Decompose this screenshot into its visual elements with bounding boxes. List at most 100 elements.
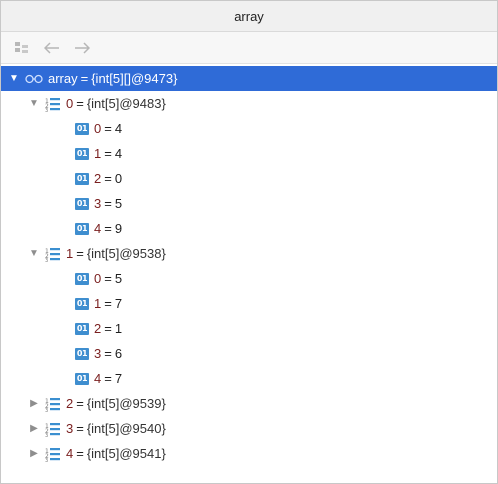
svg-text:3: 3 [45,108,48,112]
back-arrow-icon[interactable] [41,37,63,59]
tree-row-element[interactable]: 01 0 = 4 [1,116,497,141]
variable-value: {int[5]@9540} [86,421,166,436]
tree-row-root[interactable]: ▼ array = {int[5][]@9473} [1,66,497,91]
collapse-arrow-icon[interactable]: ▶ [27,447,41,461]
variables-tree: ▼ array = {int[5][]@9473} ▼ 1 2 3 0 = {int[5]@… [1,64,497,466]
variable-name: 3 [66,421,74,436]
tree-row-element[interactable]: 01 2 = 0 [1,166,497,191]
element-index: 2 [94,321,102,336]
element-index: 3 [94,196,102,211]
primitive-badge: 01 [75,197,89,210]
expand-arrow-icon[interactable]: ▼ [7,72,21,86]
equals-sign: = [104,221,112,236]
window-titlebar: array [1,1,497,32]
variable-value: {int[5]@9483} [86,96,166,111]
equals-sign: = [76,396,84,411]
primitive-badge: 01 [75,147,89,160]
primitive-badge: 01 [75,222,89,235]
equals-sign: = [104,271,112,286]
variable-value: {int[5][]@9473} [91,71,178,86]
variable-name: 4 [66,446,74,461]
copy-tree-icon[interactable] [11,37,33,59]
svg-text:3: 3 [45,433,48,437]
equals-sign: = [80,71,89,86]
tree-row-element[interactable]: 01 3 = 5 [1,191,497,216]
forward-arrow-icon[interactable] [71,37,93,59]
element-index: 1 [94,146,102,161]
element-value: 9 [114,221,123,236]
primitive-badge: 01 [75,322,89,335]
variable-value: {int[5]@9539} [86,396,166,411]
primitive-int-icon: 01 [75,347,89,360]
element-value: 0 [114,171,123,186]
collapse-arrow-icon[interactable]: ▶ [27,422,41,436]
primitive-badge: 01 [75,272,89,285]
element-index: 0 [94,271,102,286]
array-list-icon: 123 [45,396,61,412]
equals-sign: = [104,321,112,336]
primitive-int-icon: 01 [75,372,89,385]
primitive-int-icon: 01 [75,172,89,185]
tree-row-array[interactable]: ▼ 1 2 3 1 = {int[5]@9538} [1,241,497,266]
element-index: 4 [94,371,102,386]
equals-sign: = [76,246,84,261]
element-value: 5 [114,196,123,211]
primitive-int-icon: 01 [75,272,89,285]
equals-sign: = [104,146,112,161]
equals-sign: = [104,171,112,186]
primitive-int-icon: 01 [75,297,89,310]
primitive-int-icon: 01 [75,122,89,135]
primitive-badge: 01 [75,297,89,310]
equals-sign: = [104,296,112,311]
primitive-int-icon: 01 [75,322,89,335]
primitive-badge: 01 [75,347,89,360]
tree-row-array[interactable]: ▼ 1 2 3 0 = {int[5]@9483} [1,91,497,116]
element-value: 4 [114,146,123,161]
tree-row-array[interactable]: ▶ 1 2 3 2 = {int[5]@9539} [1,391,497,416]
element-value: 5 [114,271,123,286]
tree-row-array[interactable]: ▶ 1 2 3 3 = {int[5]@9540} [1,416,497,441]
variable-name: 0 [66,96,74,111]
primitive-int-icon: 01 [75,147,89,160]
equals-sign: = [104,196,112,211]
variable-value: {int[5]@9541} [86,446,166,461]
variables-window: array ▼ array = {int[5][]@9473} ▼ 1 2 3 … [0,0,498,484]
expand-arrow-icon[interactable]: ▼ [27,247,41,261]
element-value: 4 [114,121,123,136]
primitive-badge: 01 [75,172,89,185]
primitive-badge: 01 [75,372,89,385]
primitive-int-icon: 01 [75,197,89,210]
window-title: array [234,8,264,24]
primitive-int-icon: 01 [75,222,89,235]
equals-sign: = [76,96,84,111]
tree-row-element[interactable]: 01 4 = 7 [1,366,497,391]
element-value: 7 [114,296,123,311]
svg-text:3: 3 [45,258,48,262]
tree-row-element[interactable]: 01 2 = 1 [1,316,497,341]
tree-row-element[interactable]: 01 4 = 9 [1,216,497,241]
tree-row-element[interactable]: 01 1 = 7 [1,291,497,316]
tree-row-element[interactable]: 01 0 = 5 [1,266,497,291]
array-list-icon: 123 [45,446,61,462]
element-index: 1 [94,296,102,311]
equals-sign: = [76,421,84,436]
element-index: 2 [94,171,102,186]
variable-name: array [48,71,78,86]
svg-text:3: 3 [45,458,48,462]
watch-glasses-icon [25,74,43,84]
tree-row-element[interactable]: 01 1 = 4 [1,141,497,166]
equals-sign: = [104,121,112,136]
expand-arrow-icon[interactable]: ▼ [27,97,41,111]
tree-row-array[interactable]: ▶ 1 2 3 4 = {int[5]@9541} [1,441,497,466]
collapse-arrow-icon[interactable]: ▶ [27,397,41,411]
equals-sign: = [76,446,84,461]
element-value: 1 [114,321,123,336]
element-value: 7 [114,371,123,386]
element-index: 3 [94,346,102,361]
variable-name: 1 [66,246,74,261]
equals-sign: = [104,346,112,361]
variable-value: {int[5]@9538} [86,246,166,261]
element-index: 0 [94,121,102,136]
element-value: 6 [114,346,123,361]
tree-row-element[interactable]: 01 3 = 6 [1,341,497,366]
